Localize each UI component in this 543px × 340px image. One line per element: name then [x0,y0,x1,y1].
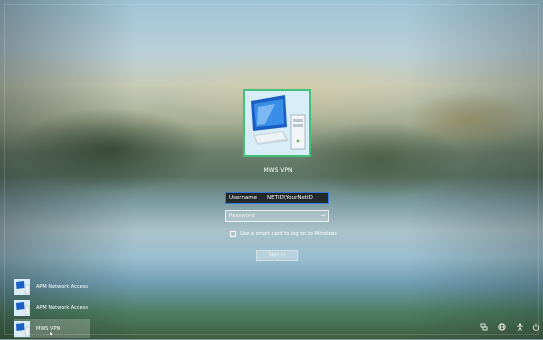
user-item-label: MWS VPN [36,325,61,332]
user-item-apm-network-access-1[interactable]: APM Network Access [14,277,90,296]
smart-card-checkbox[interactable] [230,231,236,237]
computer-icon [14,278,30,295]
smart-card-label: Use a smart card to log on to Windows [240,231,337,237]
globe-icon[interactable] [498,323,506,331]
user-item-label: APM Network Access [36,304,88,311]
username-value: NETID\YourNetID [267,195,313,201]
password-placeholder: Password [229,213,255,219]
accessibility-icon[interactable] [516,323,524,331]
power-icon[interactable] [532,323,540,331]
user-tile-computer-icon [243,89,311,157]
user-item-label: APM Network Access [36,283,88,290]
mouse-cursor-icon [50,331,54,337]
computer-icon [14,299,30,316]
sign-in-button[interactable]: Sign in [256,250,298,261]
password-field[interactable]: Password → [225,210,329,222]
smart-card-option[interactable]: Use a smart card to log on to Windows [230,231,337,237]
user-item-mws-vpn[interactable]: MWS VPN [14,319,90,338]
username-label: Username [229,195,258,201]
user-item-apm-network-access-2[interactable]: APM Network Access [14,298,90,317]
computer-icon [14,320,30,337]
other-users-list: APM Network Access APM Network Access MW… [14,277,90,340]
submit-arrow-icon[interactable]: → [320,211,325,221]
account-name: MWS VPN [263,167,293,174]
network-icon[interactable] [480,323,488,331]
username-field[interactable]: Username NETID\YourNetID [225,192,329,204]
